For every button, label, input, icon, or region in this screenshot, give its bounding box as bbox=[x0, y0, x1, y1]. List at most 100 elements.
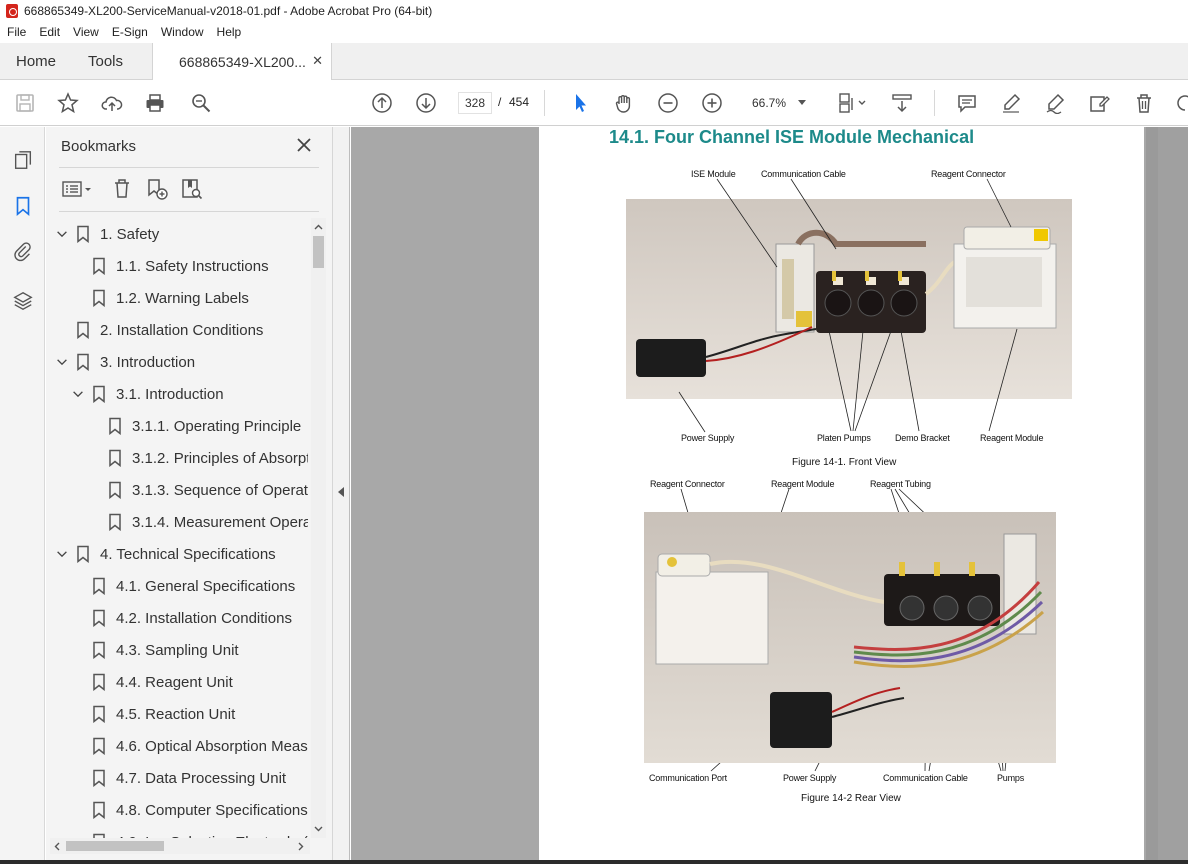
bookmark-label: 4. Technical Specifications bbox=[100, 545, 276, 563]
menu-window[interactable]: Window bbox=[154, 25, 210, 39]
bookmark-label: 4.5. Reaction Unit bbox=[116, 705, 236, 723]
tab-document-label: 668865349-XL200... bbox=[179, 53, 306, 70]
bookmark-label: 3.1.2. Principles of Absorpt bbox=[132, 449, 308, 467]
bookmark-item[interactable]: 4.4. Reagent Unit bbox=[70, 666, 308, 698]
scroll-up-icon[interactable] bbox=[311, 220, 326, 235]
layers-icon[interactable] bbox=[10, 288, 36, 314]
scroll-left-icon[interactable] bbox=[50, 839, 65, 854]
chevron-down-icon[interactable] bbox=[54, 354, 70, 370]
upload-cloud-icon[interactable] bbox=[100, 91, 124, 115]
zoom-out-icon[interactable] bbox=[656, 91, 680, 115]
bookmark-icon bbox=[92, 257, 106, 276]
bookmark-item[interactable]: 4.5. Reaction Unit bbox=[70, 698, 308, 730]
bookmark-item[interactable]: 4.1. General Specifications bbox=[70, 570, 308, 602]
tab-bar: Home Tools 668865349-XL200... ✕ bbox=[0, 43, 1188, 80]
chevron-down-icon[interactable] bbox=[70, 386, 86, 402]
chevron-down-icon[interactable] bbox=[54, 546, 70, 562]
attachments-icon[interactable] bbox=[10, 239, 36, 265]
bookmark-item[interactable]: 1. Safety bbox=[54, 218, 308, 250]
total-pages: 454 bbox=[509, 95, 530, 109]
bookmark-icon bbox=[76, 545, 90, 564]
menu-esign[interactable]: E-Sign bbox=[105, 25, 154, 39]
comment-icon[interactable] bbox=[955, 91, 979, 115]
highlight-pen-icon[interactable] bbox=[999, 91, 1023, 115]
bookmark-item[interactable]: 2. Installation Conditions bbox=[54, 314, 308, 346]
close-tab-icon[interactable]: ✕ bbox=[312, 53, 323, 69]
hand-tool-icon[interactable] bbox=[612, 91, 636, 115]
scrollbar-thumb[interactable] bbox=[66, 841, 164, 851]
rotate-icon[interactable] bbox=[1174, 91, 1188, 115]
bookmark-item[interactable]: 3.1.3. Sequence of Operatio bbox=[86, 474, 308, 506]
scroll-down-icon[interactable] bbox=[311, 821, 326, 836]
select-cursor-icon[interactable] bbox=[568, 91, 592, 115]
toolbar-divider bbox=[934, 90, 935, 116]
menu-edit[interactable]: Edit bbox=[32, 25, 66, 39]
main-toolbar: 328 / 454 66.7% bbox=[0, 81, 1188, 126]
previous-page-icon[interactable] bbox=[370, 91, 394, 115]
bookmark-star-icon[interactable] bbox=[56, 91, 80, 115]
tab-tools[interactable]: Tools bbox=[88, 43, 123, 80]
scroll-right-icon[interactable] bbox=[293, 839, 308, 854]
edit-pdf-icon[interactable] bbox=[1087, 91, 1111, 115]
delete-trash-icon[interactable] bbox=[1132, 91, 1156, 115]
bookmark-item[interactable]: 4.3. Sampling Unit bbox=[70, 634, 308, 666]
panel-splitter[interactable] bbox=[332, 127, 350, 860]
tab-home[interactable]: Home bbox=[16, 43, 56, 80]
bookmark-icon bbox=[92, 609, 106, 628]
bookmark-tools bbox=[59, 175, 319, 205]
page-thumbnails-icon[interactable] bbox=[10, 147, 36, 173]
zoom-in-icon[interactable] bbox=[700, 91, 724, 115]
bookmark-item[interactable]: 1.1. Safety Instructions bbox=[70, 250, 308, 282]
bookmark-item[interactable]: 3.1. Introduction bbox=[70, 378, 308, 410]
close-panel-icon[interactable] bbox=[294, 135, 314, 155]
bookmark-icon bbox=[92, 737, 106, 756]
menu-help[interactable]: Help bbox=[210, 25, 248, 39]
new-bookmark-icon[interactable] bbox=[145, 177, 169, 201]
scroll-mode-icon[interactable] bbox=[890, 91, 914, 115]
document-viewer[interactable]: 14.1. Four Channel ISE Module Mechanical… bbox=[351, 127, 1188, 860]
print-icon[interactable] bbox=[143, 91, 167, 115]
label-reagent-tubing: Reagent Tubing bbox=[870, 479, 931, 489]
bookmark-item[interactable]: 4.6. Optical Absorption Meas bbox=[70, 730, 308, 762]
save-icon[interactable] bbox=[13, 91, 37, 115]
bookmark-item[interactable]: 4.8. Computer Specifications bbox=[70, 794, 308, 826]
page-layout-icon[interactable] bbox=[834, 91, 868, 115]
bookmark-item[interactable]: 4.7. Data Processing Unit bbox=[70, 762, 308, 794]
bookmark-item[interactable]: 3.1.1. Operating Principle bbox=[86, 410, 308, 442]
bookmark-item[interactable]: 1.2. Warning Labels bbox=[70, 282, 308, 314]
menu-file[interactable]: File bbox=[0, 25, 32, 39]
chevron-down-icon[interactable] bbox=[54, 226, 70, 242]
bookmark-item[interactable]: 4.2. Installation Conditions bbox=[70, 602, 308, 634]
bookmark-icon bbox=[108, 481, 122, 500]
scrollbar-thumb[interactable] bbox=[313, 236, 324, 268]
search-zoom-icon[interactable] bbox=[189, 91, 213, 115]
title-bar: 668865349-XL200-ServiceManual-v2018-01.p… bbox=[0, 0, 1188, 22]
menu-view[interactable]: View bbox=[66, 25, 105, 39]
bookmarks-panel-icon[interactable] bbox=[10, 193, 36, 219]
delete-bookmark-icon[interactable] bbox=[111, 177, 135, 201]
options-menu-icon[interactable] bbox=[61, 177, 95, 201]
bookmark-item[interactable]: 3.1.4. Measurement Operat bbox=[86, 506, 308, 538]
collapse-panel-icon[interactable] bbox=[338, 487, 344, 497]
bookmark-tree: 1. Safety 1.1. Safety Instructions 1.2. Wa… bbox=[54, 218, 308, 841]
bookmark-item[interactable]: 3. Introduction bbox=[54, 346, 308, 378]
bookmarks-vertical-scrollbar[interactable] bbox=[311, 218, 326, 838]
navigation-rail bbox=[0, 127, 45, 864]
bookmark-icon bbox=[76, 321, 90, 340]
zoom-level-select[interactable]: 66.7% bbox=[744, 92, 810, 114]
bookmark-label: 4.3. Sampling Unit bbox=[116, 641, 239, 659]
page-separator: / bbox=[498, 95, 502, 109]
bookmark-item[interactable]: 3.1.2. Principles of Absorpt bbox=[86, 442, 308, 474]
bookmark-icon bbox=[92, 289, 106, 308]
bookmarks-horizontal-scrollbar[interactable] bbox=[50, 838, 310, 854]
tab-document[interactable]: 668865349-XL200... ✕ bbox=[152, 43, 332, 80]
bookmark-icon bbox=[92, 801, 106, 820]
page-number-input[interactable]: 328 bbox=[458, 92, 492, 114]
sign-pen-icon[interactable] bbox=[1043, 91, 1067, 115]
bookmark-item[interactable]: 4. Technical Specifications bbox=[54, 538, 308, 570]
find-bookmark-icon[interactable] bbox=[180, 177, 204, 201]
next-page-icon[interactable] bbox=[414, 91, 438, 115]
